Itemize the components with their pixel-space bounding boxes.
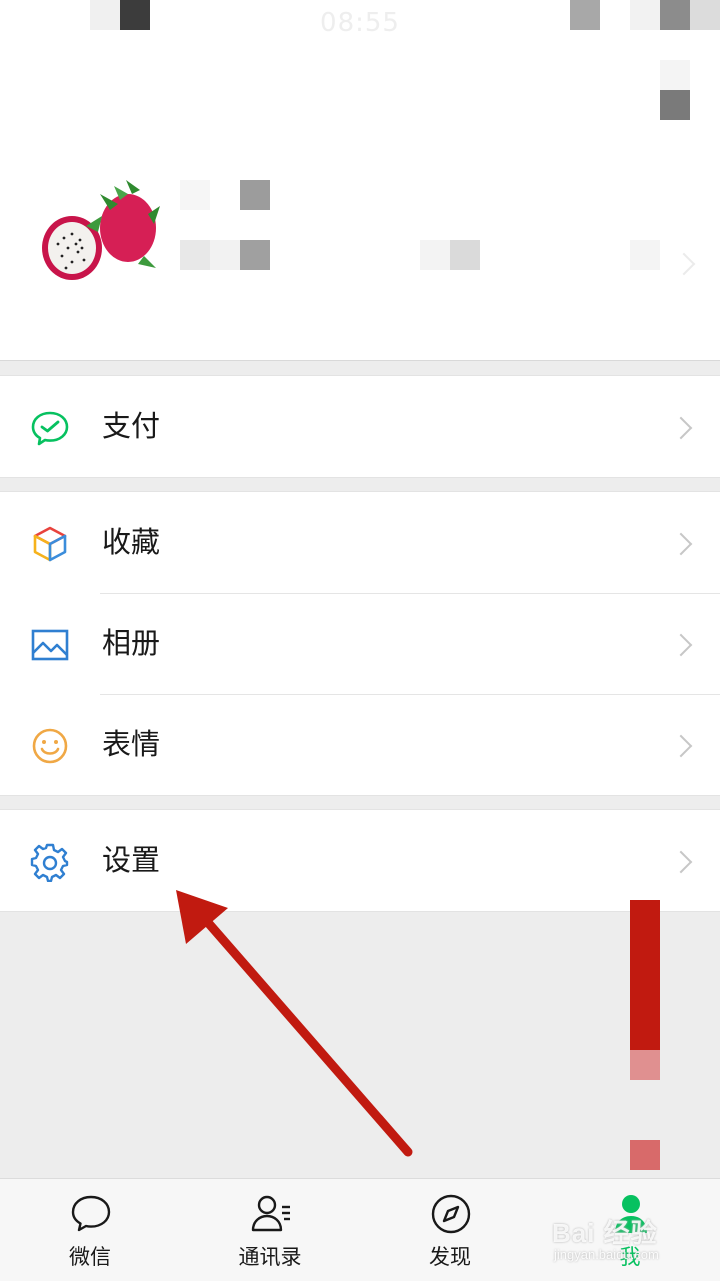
menu-item-album[interactable]: 相册 bbox=[0, 593, 720, 694]
menu-item-stickers[interactable]: 表情 bbox=[0, 694, 720, 795]
menu-item-favorites[interactable]: 收藏 bbox=[0, 492, 720, 593]
smiley-icon bbox=[32, 728, 68, 764]
redacted-id bbox=[630, 240, 660, 270]
wechat-pay-icon bbox=[31, 411, 69, 446]
watermark-brand: Bai 经验 bbox=[552, 1218, 658, 1248]
tab-label: 通讯录 bbox=[238, 1245, 302, 1269]
tab-discover[interactable]: 发现 bbox=[360, 1179, 540, 1281]
redacted-block bbox=[660, 60, 690, 90]
annotation-red-bar bbox=[630, 1050, 660, 1080]
baidu-jingyan-watermark: Bai 经验 jingyan.baidu.com bbox=[552, 1213, 702, 1273]
chevron-right-icon bbox=[669, 416, 693, 440]
chevron-right-icon bbox=[669, 532, 693, 556]
menu-item-pay[interactable]: 支付 bbox=[0, 376, 720, 477]
redacted-id bbox=[210, 240, 240, 270]
menu-group-media: 收藏 相册 表情 bbox=[0, 491, 720, 796]
menu-label-favorites: 收藏 bbox=[102, 525, 161, 559]
chevron-right-icon bbox=[669, 734, 693, 758]
tab-label: 发现 bbox=[429, 1245, 471, 1269]
status-pixel-block bbox=[660, 0, 690, 30]
annotation-red-bar bbox=[630, 900, 660, 1050]
status-bar: 08:55 bbox=[0, 0, 720, 48]
chevron-right-icon bbox=[669, 633, 693, 657]
redacted-id bbox=[420, 240, 450, 270]
menu-label-pay: 支付 bbox=[102, 409, 161, 443]
chevron-right-icon bbox=[672, 252, 696, 276]
menu-label-settings: 设置 bbox=[102, 843, 161, 877]
menu-group-settings: 设置 bbox=[0, 809, 720, 912]
menu-item-settings[interactable]: 设置 bbox=[0, 810, 720, 911]
cube-icon bbox=[33, 526, 67, 562]
menu-group-pay: 支付 bbox=[0, 375, 720, 478]
redacted-id bbox=[240, 240, 270, 270]
chat-bubble-icon bbox=[71, 1195, 111, 1232]
status-pixel-block bbox=[570, 0, 600, 30]
profile-header[interactable] bbox=[0, 48, 720, 361]
status-pixel-block bbox=[120, 0, 150, 30]
status-pixel-block bbox=[690, 0, 720, 30]
redacted-block bbox=[660, 90, 690, 120]
tab-contacts[interactable]: 通讯录 bbox=[180, 1179, 360, 1281]
bottom-tab-bar: 微信 通讯录 发现 我 Bai 经验 jingyan.baidu.com bbox=[0, 1178, 720, 1281]
contacts-icon bbox=[251, 1195, 290, 1232]
chevron-right-icon bbox=[669, 850, 693, 874]
compass-icon bbox=[431, 1194, 471, 1234]
photo-album-icon bbox=[31, 629, 69, 661]
redacted-name bbox=[240, 180, 270, 210]
redacted-name bbox=[180, 180, 210, 210]
menu-label-stickers: 表情 bbox=[102, 727, 161, 761]
menu-label-album: 相册 bbox=[102, 626, 161, 660]
avatar[interactable] bbox=[40, 180, 160, 290]
annotation-red-bar bbox=[630, 1140, 660, 1170]
redacted-id bbox=[450, 240, 480, 270]
tab-chats[interactable]: 微信 bbox=[0, 1179, 180, 1281]
status-pixel-block bbox=[90, 0, 120, 30]
watermark-url: jingyan.baidu.com bbox=[554, 1247, 659, 1262]
gear-icon bbox=[30, 843, 69, 882]
status-pixel-block bbox=[630, 0, 660, 30]
tab-label: 微信 bbox=[69, 1245, 111, 1269]
redacted-id bbox=[180, 240, 210, 270]
